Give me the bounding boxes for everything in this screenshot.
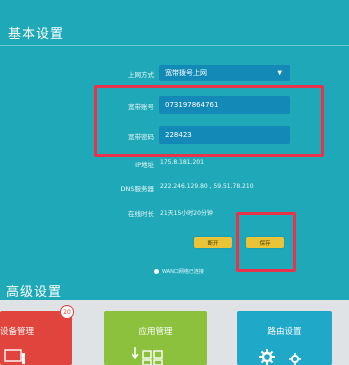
tile-app-management[interactable]: 应用管理 — [104, 311, 207, 365]
tile-device-management[interactable]: 设备管理 — [0, 311, 72, 365]
connection-type-select[interactable]: 宽带拨号上网 ▼ — [159, 65, 290, 81]
online-time-value: 21天15小时20分钟 — [160, 210, 213, 217]
tile-app-management-label: 应用管理 — [138, 327, 173, 337]
monitor-icon — [4, 349, 25, 364]
header-divider — [0, 45, 349, 46]
connection-type-value: 宽带拨号上网 — [165, 69, 207, 77]
disconnect-button[interactable]: 断开 — [194, 237, 232, 248]
account-highlight-box — [94, 85, 324, 157]
tile-router-settings-label: 路由设置 — [267, 327, 302, 337]
ip-address-value: 175.8.181.201 — [160, 159, 204, 166]
status-dot-icon — [154, 269, 159, 274]
basic-settings-title: 基本设置 — [8, 27, 65, 42]
wan-status-text: WAN口网络已连接 — [162, 269, 204, 275]
save-highlight-box — [236, 212, 296, 272]
wan-status: WAN口网络已连接 — [154, 268, 204, 275]
tile-device-management-label: 设备管理 — [0, 327, 35, 337]
device-count-badge: 20 — [60, 305, 74, 319]
tile-router-settings[interactable]: 路由设置 — [237, 311, 332, 365]
dns-server-value: 222.246.129.80 , 59.51.78.210 — [160, 183, 254, 190]
connection-type-label: 上网方式 — [128, 71, 154, 79]
app-grid-icon — [132, 347, 163, 365]
chevron-down-icon: ▼ — [277, 69, 282, 77]
online-time-label: 在线时长 — [128, 210, 154, 218]
dns-server-label: DNS服务器 — [120, 185, 155, 193]
ip-address-label: IP地址 — [135, 161, 154, 169]
advanced-settings-title: 高级设置 — [6, 285, 63, 300]
gear-icon — [259, 349, 301, 365]
